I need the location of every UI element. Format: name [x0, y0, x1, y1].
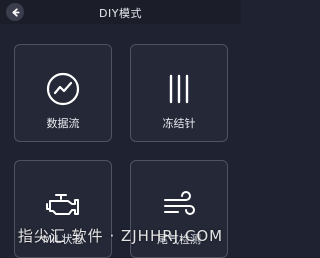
- engine-icon: [46, 194, 79, 215]
- wind-icon: [164, 191, 195, 215]
- freeze-frame-icon: [169, 74, 189, 104]
- tile-label: 冻结针: [162, 117, 196, 130]
- top-bar: DIY模式: [0, 0, 241, 24]
- watermark-text: 指尖汇 软件 · ZJHHRJ.COM: [17, 227, 224, 245]
- tile-data-stream[interactable]: 数据流: [14, 44, 112, 142]
- chart-trend-icon: [46, 72, 80, 106]
- page-title: DIY模式: [99, 7, 142, 20]
- tile-label: 数据流: [46, 117, 80, 130]
- tile-freeze-frame[interactable]: 冻结针: [130, 44, 228, 142]
